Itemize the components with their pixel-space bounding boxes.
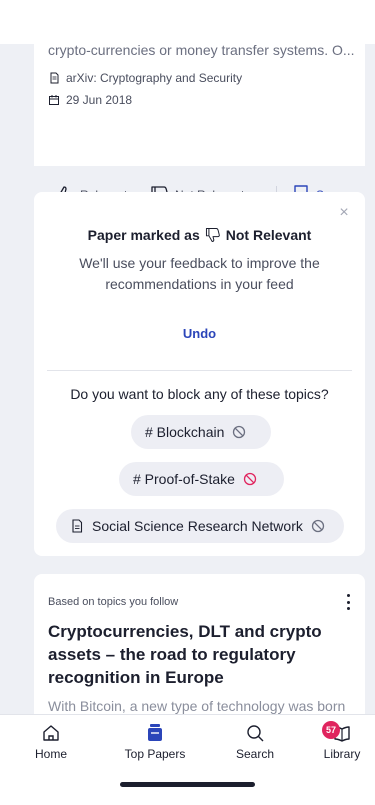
home-indicator <box>120 782 255 787</box>
search-icon <box>247 725 264 742</box>
paper-abstract: With Bitcoin, a new type of technology w… <box>48 698 346 714</box>
feedback-card: × Paper marked as Not Relevant We'll use… <box>34 192 365 556</box>
paper-source: arXiv: Cryptography and Security <box>48 71 242 85</box>
tab-top-papers[interactable]: Top Papers <box>115 723 195 761</box>
document-icon <box>50 72 59 84</box>
close-icon[interactable]: × <box>337 205 351 221</box>
topic-chip-label: # Blockchain <box>145 424 225 440</box>
block-question: Do you want to block any of these topics… <box>70 386 329 402</box>
feedback-divider <box>47 370 352 371</box>
topic-chip-blockchain[interactable]: # Blockchain <box>131 415 271 449</box>
tab-search[interactable]: Search <box>215 723 295 761</box>
paper-abstract: crypto-currencies or money transfer syst… <box>48 44 355 58</box>
marked-value: Not Relevant <box>225 227 312 243</box>
tab-library-label: Library <box>323 747 361 761</box>
block-icon <box>233 425 246 439</box>
library-badge: 57 <box>322 721 340 739</box>
calendar-icon <box>49 95 59 105</box>
stack-icon <box>148 724 162 741</box>
feedback-message: We'll use your feedback to improve the r… <box>79 255 320 292</box>
home-icon <box>43 725 59 741</box>
status-bar <box>0 0 375 44</box>
recommendation-reason: Based on topics you follow <box>48 596 179 608</box>
thumbs-down-icon <box>205 227 220 243</box>
block-icon-active <box>243 472 257 486</box>
tab-library[interactable]: 57 Library <box>302 721 375 761</box>
paper-date: 29 Jun 2018 <box>48 93 132 107</box>
marked-line: Paper marked as Not Relevant <box>34 226 365 244</box>
paper-source-label: arXiv: Cryptography and Security <box>66 71 243 85</box>
tab-search-label: Search <box>235 747 275 761</box>
document-icon <box>72 519 83 533</box>
more-options-icon[interactable] <box>345 594 351 610</box>
undo-button[interactable]: Undo <box>34 326 365 341</box>
topic-chip-label: Social Science Research Network <box>92 518 303 534</box>
paper-date-label: 29 Jun 2018 <box>66 93 133 107</box>
tab-home-label: Home <box>34 747 67 761</box>
marked-prefix: Paper marked as <box>87 227 200 243</box>
topic-chip-ssrn[interactable]: Social Science Research Network <box>56 509 344 543</box>
topic-chip-proof-of-stake[interactable]: # Proof-of-Stake <box>119 462 284 496</box>
feed[interactable]: crypto-currencies or money transfer syst… <box>0 44 375 714</box>
tab-top-papers-label: Top Papers <box>124 747 186 761</box>
topic-chip-label: # Proof-of-Stake <box>133 471 235 487</box>
paper-title[interactable]: Cryptocurrencies, DLT and crypto assets … <box>48 620 358 689</box>
paper-card[interactable]: Based on topics you follow Cryptocurrenc… <box>34 574 365 714</box>
tab-home[interactable]: Home <box>11 723 91 761</box>
block-icon <box>311 519 325 533</box>
tab-bar: Home Top Papers Search 57 Library <box>0 714 375 805</box>
